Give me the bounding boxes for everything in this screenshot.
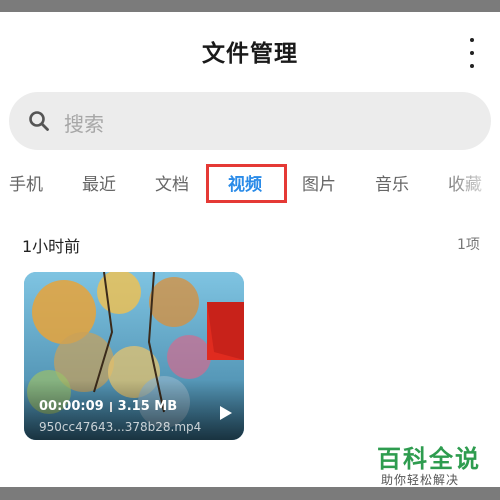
page-title: 文件管理	[202, 41, 298, 67]
play-icon[interactable]	[220, 406, 232, 420]
search-icon	[29, 111, 49, 131]
tab-phone[interactable]: 手机	[9, 170, 43, 195]
tabs-fade	[440, 162, 500, 207]
watermark-sub: 助你轻松解决	[381, 473, 460, 487]
tab-images[interactable]: 图片	[302, 170, 336, 195]
video-duration: 00:00:09	[39, 399, 104, 414]
search-input[interactable]: 搜索	[9, 92, 491, 150]
section-count: 1项	[457, 237, 480, 253]
status-bar	[0, 0, 500, 12]
video-filename: 950cc47643...378b28.mp4	[39, 420, 202, 434]
search-placeholder: 搜索	[64, 112, 104, 136]
tab-recent[interactable]: 最近	[82, 170, 116, 195]
tab-documents[interactable]: 文档	[155, 170, 189, 195]
tab-music[interactable]: 音乐	[375, 170, 409, 195]
video-meta: 00:00:09 3.15 MB	[39, 399, 177, 414]
video-item[interactable]: 00:00:09 3.15 MB 950cc47643...378b28.mp4	[24, 272, 244, 440]
more-vertical-icon[interactable]	[464, 38, 480, 68]
section-title: 1小时前	[22, 237, 81, 256]
watermark-main: 百科全说	[377, 445, 481, 473]
watermark-logo: 百科全说 助你轻松解决	[365, 437, 500, 489]
bottom-bar	[0, 487, 500, 500]
tab-highlight-box	[206, 164, 287, 203]
video-size: 3.15 MB	[117, 399, 178, 414]
